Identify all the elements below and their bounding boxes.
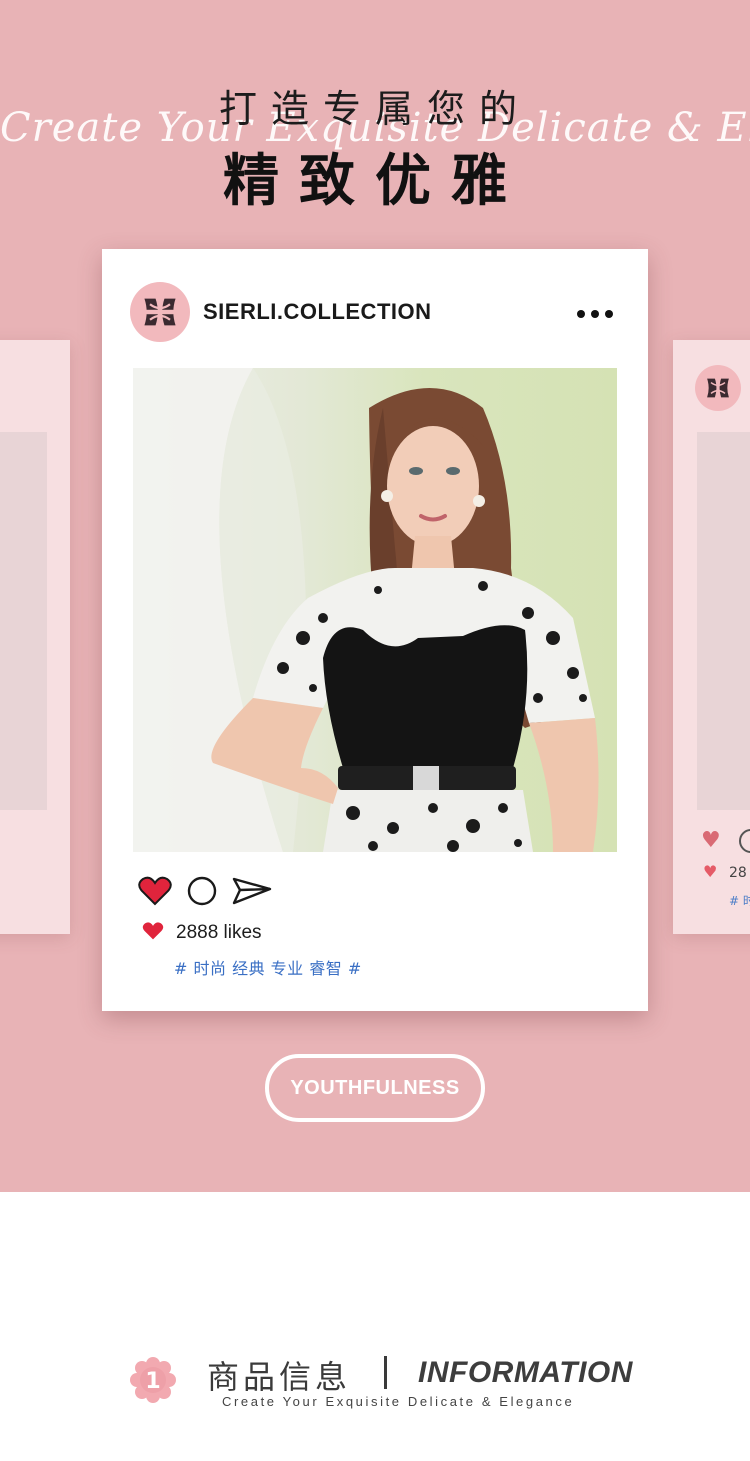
divider (384, 1356, 387, 1389)
info-subtitle: Create Your Exquisite Delicate & Eleganc… (222, 1394, 575, 1409)
send-icon[interactable] (232, 875, 272, 911)
likes-row: 2888 likes (142, 921, 262, 945)
heart-icon: ♥ (703, 862, 718, 881)
heart-icon (142, 921, 164, 945)
more-dots-icon[interactable] (576, 294, 614, 327)
brand-avatar[interactable] (130, 282, 190, 342)
heart-icon[interactable] (138, 876, 172, 910)
likes-count: 2888 likes (176, 922, 262, 943)
hero-title-line2: 精致优雅 (223, 149, 527, 214)
brand-logo-icon (142, 298, 178, 326)
hero-title-line1: 打造专属您的 (218, 87, 531, 131)
model-illustration (133, 368, 599, 852)
info-title-cn: 商品信息 (207, 1358, 352, 1396)
post-card: SIERLI.COLLECTION 2888 likes # 时尚 经典 专业 … (102, 249, 648, 1011)
hashtag-text[interactable]: # 时尚 经典 专业 睿智 # (174, 955, 362, 979)
brand-logo-icon (707, 378, 729, 398)
brand-avatar-small (695, 365, 741, 411)
badge-number: 1 (145, 1369, 160, 1394)
side-card-left[interactable] (0, 340, 70, 934)
hero-section: ♥ ♥ 28 # 时 Create Your Exquisite Delicat… (0, 0, 750, 1192)
comment-icon[interactable] (186, 875, 218, 911)
side-card-photo-placeholder (697, 432, 750, 810)
youthfulness-button[interactable]: YOUTHFULNESS (265, 1054, 485, 1122)
post-photo[interactable] (133, 368, 617, 852)
post-username[interactable]: SIERLI.COLLECTION (203, 299, 432, 325)
likes-count: 28 (729, 865, 747, 881)
heart-outline-icon[interactable]: ♥ (701, 828, 721, 853)
side-card-right[interactable]: ♥ ♥ 28 # 时 (673, 340, 750, 934)
hashtag-text: # 时 (729, 894, 750, 908)
info-title-en: INFORMATION (418, 1356, 633, 1389)
side-card-photo-placeholder (0, 432, 47, 810)
comment-icon[interactable] (739, 829, 750, 853)
post-actions (138, 875, 272, 911)
flower-number-badge: 1 (129, 1356, 177, 1404)
